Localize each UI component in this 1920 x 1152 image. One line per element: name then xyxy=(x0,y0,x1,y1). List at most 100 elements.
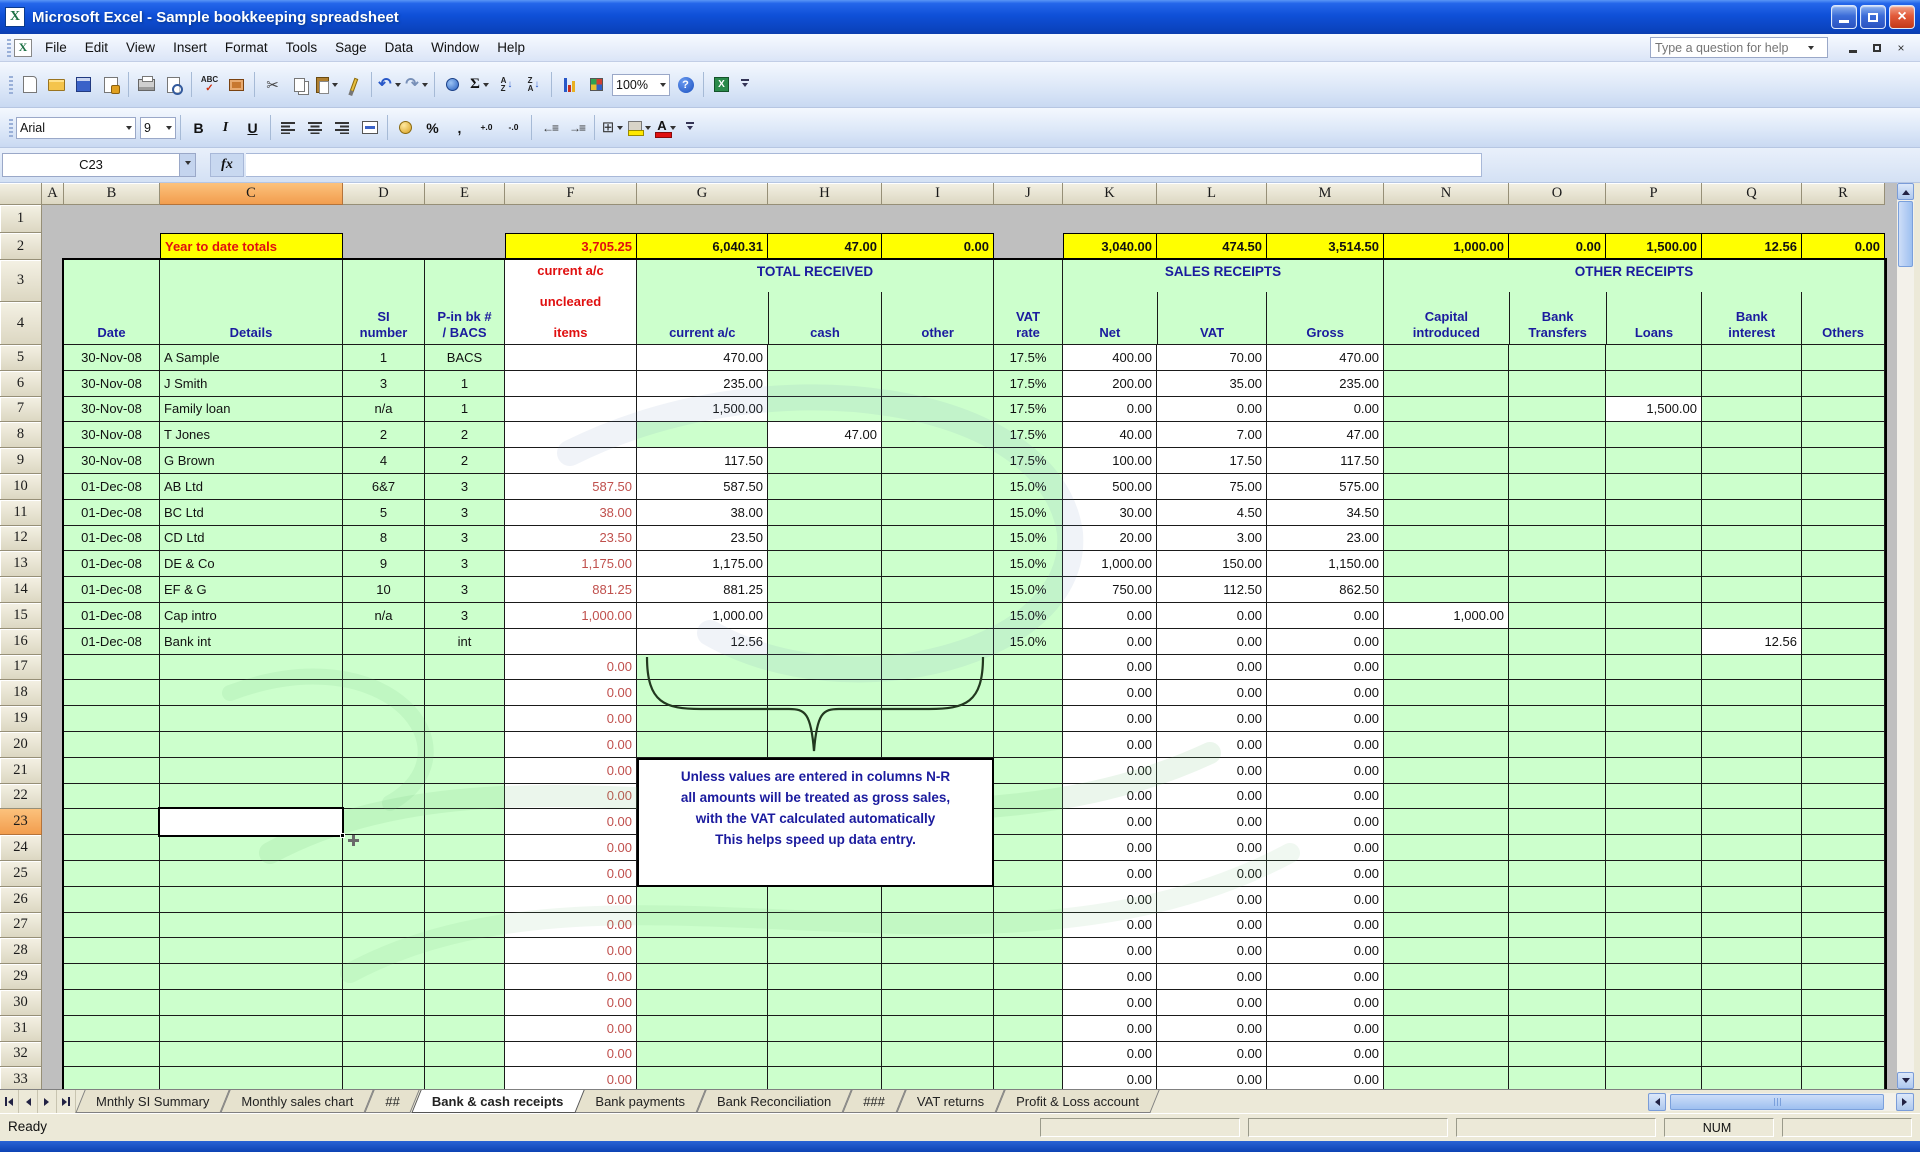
fill-color-button[interactable] xyxy=(627,115,652,140)
cell-B16[interactable]: 01-Dec-08 xyxy=(64,629,160,655)
autosum-button[interactable]: Σ xyxy=(467,72,492,97)
cell-B26[interactable] xyxy=(64,887,160,913)
cell-D29[interactable] xyxy=(343,964,425,990)
cell-B19[interactable] xyxy=(64,706,160,732)
cell-B31[interactable] xyxy=(64,1016,160,1042)
cell-H6[interactable] xyxy=(768,371,882,397)
cell-L9[interactable]: 17.50 xyxy=(1157,448,1267,474)
vertical-scroll-thumb[interactable] xyxy=(1898,201,1913,267)
bold-button[interactable]: B xyxy=(186,115,211,140)
cell-P29[interactable] xyxy=(1606,964,1702,990)
cell-N5[interactable] xyxy=(1384,345,1509,371)
cell-H14[interactable] xyxy=(768,577,882,603)
cell-H31[interactable] xyxy=(768,1016,882,1042)
cell-D11[interactable]: 5 xyxy=(343,500,425,526)
cell-M6[interactable]: 235.00 xyxy=(1267,371,1384,397)
cell-J29[interactable] xyxy=(994,964,1063,990)
cell-A17[interactable] xyxy=(42,655,64,681)
cell-K7[interactable]: 0.00 xyxy=(1063,397,1157,423)
sheet-tab-1[interactable]: Mnthly SI Summary xyxy=(80,1090,225,1113)
column-header-I[interactable]: I xyxy=(882,183,994,205)
cell-K30[interactable]: 0.00 xyxy=(1063,990,1157,1016)
cell-P22[interactable] xyxy=(1606,784,1702,810)
sheet-tab-3[interactable]: ## xyxy=(369,1090,415,1113)
cell-D31[interactable] xyxy=(343,1016,425,1042)
cell-C31[interactable] xyxy=(160,1016,343,1042)
cell-K28[interactable]: 0.00 xyxy=(1063,938,1157,964)
cell-A10[interactable] xyxy=(42,474,64,500)
cell-M12[interactable]: 23.00 xyxy=(1267,526,1384,552)
selected-cell-C23[interactable] xyxy=(158,807,344,837)
cell-M7[interactable]: 0.00 xyxy=(1267,397,1384,423)
cell-E10[interactable]: 3 xyxy=(425,474,505,500)
column-header-N[interactable]: N xyxy=(1384,183,1509,205)
cell-F24[interactable]: 0.00 xyxy=(505,835,637,861)
cell-J16[interactable]: 15.0% xyxy=(994,629,1063,655)
chevron-down-icon[interactable] xyxy=(395,83,401,90)
cell-B21[interactable] xyxy=(64,758,160,784)
cell-R12[interactable] xyxy=(1802,526,1885,552)
cell-B23[interactable] xyxy=(64,809,160,835)
toolbar-options-button[interactable] xyxy=(741,79,749,90)
cell-Q25[interactable] xyxy=(1702,861,1802,887)
cell-M9[interactable]: 117.50 xyxy=(1267,448,1384,474)
row-header-10[interactable]: 10 xyxy=(0,474,42,500)
cell-Q26[interactable] xyxy=(1702,887,1802,913)
cell-R31[interactable] xyxy=(1802,1016,1885,1042)
cell-P25[interactable] xyxy=(1606,861,1702,887)
sort-descending-button[interactable]: ZA ↓ xyxy=(521,72,546,97)
cell-E26[interactable] xyxy=(425,887,505,913)
cell-Q29[interactable] xyxy=(1702,964,1802,990)
cell-N13[interactable] xyxy=(1384,551,1509,577)
cell-B10[interactable]: 01-Dec-08 xyxy=(64,474,160,500)
cell-B11[interactable]: 01-Dec-08 xyxy=(64,500,160,526)
cell-L14[interactable]: 112.50 xyxy=(1157,577,1267,603)
cell-H27[interactable] xyxy=(768,913,882,939)
cell-N25[interactable] xyxy=(1384,861,1509,887)
cell-O30[interactable] xyxy=(1509,990,1606,1016)
cell-P30[interactable] xyxy=(1606,990,1702,1016)
cell-E2[interactable] xyxy=(425,233,505,260)
cell-H12[interactable] xyxy=(768,526,882,552)
cell-P21[interactable] xyxy=(1606,758,1702,784)
cell-J10[interactable]: 15.0% xyxy=(994,474,1063,500)
cell-H29[interactable] xyxy=(768,964,882,990)
cell-J22[interactable] xyxy=(994,784,1063,810)
cell-G27[interactable] xyxy=(637,913,768,939)
fill-handle[interactable] xyxy=(340,833,345,838)
cell-N33[interactable] xyxy=(1384,1067,1509,1089)
cell-A8[interactable] xyxy=(42,422,64,448)
cell-C19[interactable] xyxy=(160,706,343,732)
cell-B6[interactable]: 30-Nov-08 xyxy=(64,371,160,397)
paste-button[interactable] xyxy=(314,72,339,97)
cell-R5[interactable] xyxy=(1802,345,1885,371)
cell-L30[interactable]: 0.00 xyxy=(1157,990,1267,1016)
cell-I8[interactable] xyxy=(882,422,994,448)
cell-D25[interactable] xyxy=(343,861,425,887)
cell-F12[interactable]: 23.50 xyxy=(505,526,637,552)
cell-E22[interactable] xyxy=(425,784,505,810)
cell-G16[interactable]: 12.56 xyxy=(637,629,768,655)
column-header-P[interactable]: P xyxy=(1606,183,1702,205)
cell-D7[interactable]: n/a xyxy=(343,397,425,423)
cell-R13[interactable] xyxy=(1802,551,1885,577)
cell-M11[interactable]: 34.50 xyxy=(1267,500,1384,526)
cell-O16[interactable] xyxy=(1509,629,1606,655)
cell-A18[interactable] xyxy=(42,680,64,706)
cell-K29[interactable]: 0.00 xyxy=(1063,964,1157,990)
cell-Q32[interactable] xyxy=(1702,1042,1802,1068)
cell-D18[interactable] xyxy=(343,680,425,706)
cell-B24[interactable] xyxy=(64,835,160,861)
cell-P12[interactable] xyxy=(1606,526,1702,552)
cell-G14[interactable]: 881.25 xyxy=(637,577,768,603)
redo-button[interactable]: ↷ xyxy=(404,72,429,97)
align-left-button[interactable] xyxy=(276,115,301,140)
cell-F9[interactable] xyxy=(505,448,637,474)
cell-I17[interactable] xyxy=(882,655,994,681)
cell-O25[interactable] xyxy=(1509,861,1606,887)
cell-A16[interactable] xyxy=(42,629,64,655)
cell-A33[interactable] xyxy=(42,1067,64,1089)
cell-D26[interactable] xyxy=(343,887,425,913)
cell-K26[interactable]: 0.00 xyxy=(1063,887,1157,913)
cell-M22[interactable]: 0.00 xyxy=(1267,784,1384,810)
